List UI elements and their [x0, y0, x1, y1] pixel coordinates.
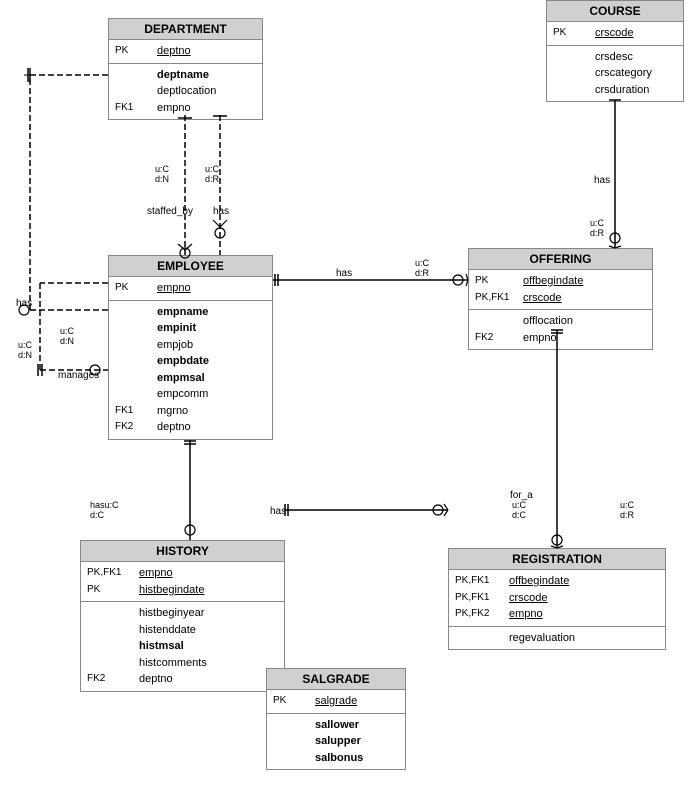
employee-pk-section: PK empno — [109, 277, 272, 301]
employee-fields-section: empname empinit empjob empbdate empmsal … — [109, 301, 272, 439]
label-uc-dn-emp-self: u:Cd:N — [60, 326, 74, 346]
offering-fields-section: offlocation FK2empno — [469, 310, 652, 349]
label-uc-dc-offering-reg: u:Cd:C — [512, 500, 526, 520]
offering-title: OFFERING — [469, 249, 652, 270]
department-pk-section: PK deptno — [109, 40, 262, 64]
entity-department: DEPARTMENT PK deptno deptname deptlocati… — [108, 18, 263, 120]
registration-pk-section: PK,FK1 offbegindate PK,FK1 crscode PK,FK… — [449, 570, 665, 627]
department-title: DEPARTMENT — [109, 19, 262, 40]
salgrade-title: SALGRADE — [267, 669, 405, 690]
entity-offering: OFFERING PK offbegindate PK,FK1 crscode … — [468, 248, 653, 350]
entity-course: COURSE PK crscode crsdesc crscategory cr… — [546, 0, 684, 102]
entity-employee: EMPLOYEE PK empno empname empinit empjob… — [108, 255, 273, 440]
label-uc-dr-course-offering: u:Cd:R — [590, 218, 604, 238]
label-staffed-by: staffed_by — [147, 206, 193, 217]
entity-salgrade: SALGRADE PK salgrade sallower salupper s… — [266, 668, 406, 770]
label-uc-dr-emp-offering: u:Cd:R — [415, 258, 429, 278]
history-fields-section: histbeginyear histenddate histmsal histc… — [81, 602, 284, 691]
registration-title: REGISTRATION — [449, 549, 665, 570]
label-uc-dr-reg: u:Cd:R — [620, 500, 634, 520]
entity-registration: REGISTRATION PK,FK1 offbegindate PK,FK1 … — [448, 548, 666, 650]
employee-title: EMPLOYEE — [109, 256, 272, 277]
history-title: HISTORY — [81, 541, 284, 562]
erd-diagram: DEPARTMENT PK deptno deptname deptlocati… — [0, 0, 690, 803]
salgrade-pk-section: PK salgrade — [267, 690, 405, 714]
course-title: COURSE — [547, 1, 683, 22]
label-uc-dn-dept-left: u:Cd:N — [18, 340, 32, 360]
label-has-emp-offering: has — [336, 268, 352, 279]
label-has-left: has — [16, 298, 32, 309]
department-fields-section: deptname deptlocation FK1empno — [109, 64, 262, 120]
entity-history: HISTORY PK,FK1 empno PK histbegindate hi… — [80, 540, 285, 692]
offering-pk-section: PK offbegindate PK,FK1 crscode — [469, 270, 652, 310]
label-manages: manages — [58, 370, 99, 381]
course-pk-section: PK crscode — [547, 22, 683, 46]
salgrade-fields-section: sallower salupper salbonus — [267, 714, 405, 770]
label-uc-dn-dept-emp1: u:Cd:N — [155, 164, 169, 184]
label-has-course: has — [594, 175, 610, 186]
history-pk-section: PK,FK1 empno PK histbegindate — [81, 562, 284, 602]
registration-fields-section: regevaluation — [449, 627, 665, 650]
label-has-dept-emp: has — [213, 206, 229, 217]
label-hasu-hasd: hasu:Cd:C — [90, 500, 119, 520]
label-uc-dr-dept-emp2: u:Cd:R — [205, 164, 219, 184]
label-has-history: has — [270, 506, 286, 517]
course-fields-section: crsdesc crscategory crsduration — [547, 46, 683, 102]
